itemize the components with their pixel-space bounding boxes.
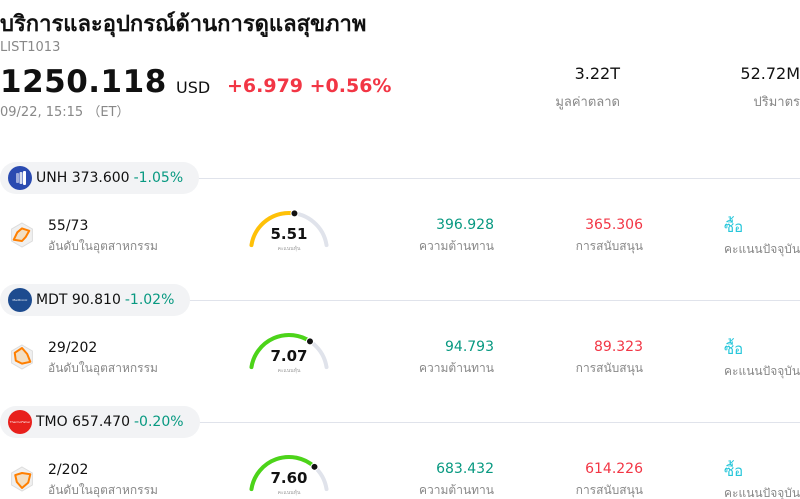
stock-score-label: คะแนนหุ้น [277,490,301,496]
stock-symbol-price: MDT 90.810 [36,292,121,308]
market-cap-stat: 3.22T มูลค่าตลาด [555,64,620,112]
rating-action-label: คะแนนปัจจุบัน [724,486,800,499]
rating-action[interactable]: ซื้อ [724,459,743,483]
stock-row[interactable]: ThermoFisher TMO 657.470 -0.20% 2/202 อั… [0,383,800,499]
stock-symbol-price: UNH 373.600 [36,170,130,186]
stock-score-label: คะแนนหุ้น [277,368,301,374]
stock-row[interactable]: Medtronic MDT 90.810 -1.02% 29/202 อันดั… [0,261,800,383]
resistance-label: ความต้านทาน [419,483,494,497]
industry-rank: 29/202 [48,340,98,356]
stock-symbol-price: TMO 657.470 [36,414,130,430]
volume-stat: 52.72M ปริมาตร [740,64,800,112]
support-label: การสนับสนุน [575,483,643,497]
support-value: 89.323 [594,339,643,355]
industry-rank-label: อันดับในอุตสาหกรรม [48,239,158,253]
gauge-marker [290,209,299,218]
timestamp: 09/22, 15:15 （ET） [0,105,130,120]
list-code: LIST1013 [0,40,61,55]
thermo-fisher-logo-icon: ThermoFisher [8,410,32,434]
stock-chip[interactable]: ThermoFisher TMO 657.470 -0.20% [0,406,200,438]
resistance-label: ความต้านทาน [419,361,494,375]
stock-change-pct: -1.05% [133,170,184,186]
rating-action[interactable]: ซื้อ [724,337,743,361]
stock-score: 5.51 [270,225,308,243]
resistance-value: 94.793 [445,339,494,355]
support-label: การสนับสนุน [575,361,643,375]
row-divider [190,178,800,179]
radar-chart-icon [11,344,33,370]
stock-change-pct: -0.20% [134,414,184,430]
industry-rank-label: อันดับในอุตสาหกรรม [48,361,158,375]
stock-chip[interactable]: Medtronic MDT 90.810 -1.02% [0,284,191,316]
market-cap-value: 3.22T [574,64,620,83]
support-label: การสนับสนุน [575,239,643,253]
unh-logo-icon [8,166,32,190]
stock-chip[interactable]: UNH 373.600 -1.05% [0,162,200,194]
industry-rank: 55/73 [48,218,89,234]
volume-value: 52.72M [740,64,800,83]
row-divider [190,422,800,423]
row-divider [190,300,800,301]
company-logo-text: ThermoFisher [9,419,31,424]
industry-rank-label: อันดับในอุตสาหกรรม [48,483,158,497]
stock-change-pct: -1.02% [124,292,175,308]
support-value: 614.226 [585,461,643,477]
price-change: +6.979 +0.56% [227,75,392,97]
index-price: 1250.118 [0,64,167,100]
stock-row[interactable]: UNH 373.600 -1.05% 55/73 อันดับในอุตสาหก… [0,139,800,261]
resistance-label: ความต้านทาน [419,239,494,253]
market-cap-label: มูลค่าตลาด [555,95,620,110]
volume-label: ปริมาตร [753,95,800,110]
industry-rank: 2/202 [48,462,89,478]
radar-chart-icon [11,466,33,492]
medtronic-logo-icon: Medtronic [8,288,32,312]
support-value: 365.306 [585,217,643,233]
stock-score: 7.07 [270,347,308,365]
radar-chart-icon [11,222,33,248]
company-logo-text: Medtronic [12,297,28,302]
rating-action[interactable]: ซื้อ [724,215,743,239]
currency-label: USD [176,78,211,97]
resistance-value: 396.928 [436,217,494,233]
gauge-marker [305,337,314,346]
stock-score: 7.60 [270,469,308,487]
rating-action-label: คะแนนปัจจุบัน [724,364,800,378]
page-title: บริการและอุปกรณ์ด้านการดูแลสุขภาพ [0,12,367,37]
resistance-value: 683.432 [436,461,494,477]
rating-action-label: คะแนนปัจจุบัน [724,242,800,256]
stock-score-label: คะแนนหุ้น [277,246,301,252]
